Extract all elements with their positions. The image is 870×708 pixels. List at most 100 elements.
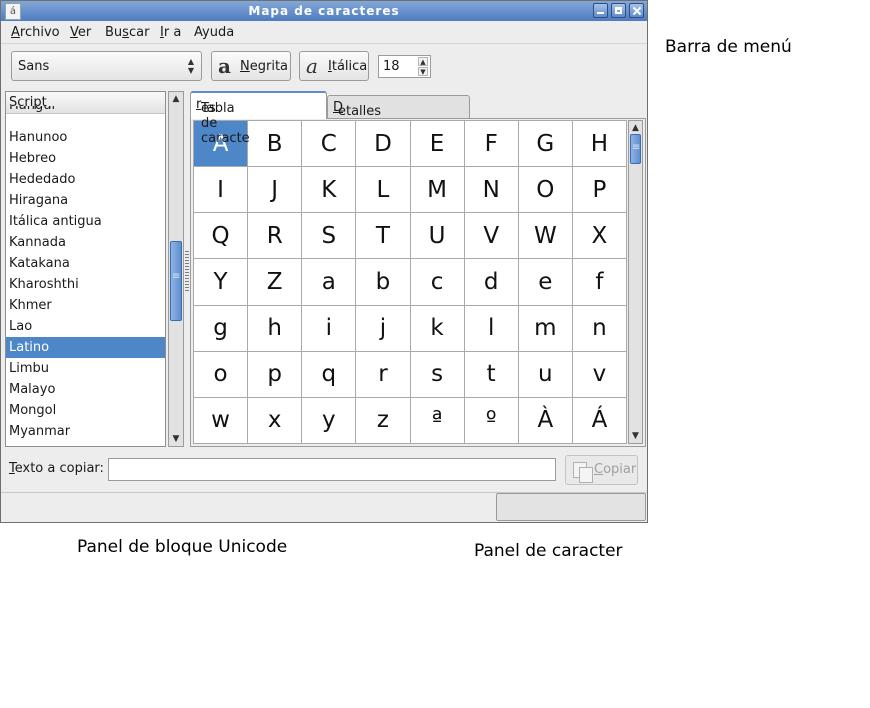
character-cell[interactable]: q [302, 351, 356, 397]
scroll-thumb[interactable] [170, 241, 182, 321]
character-cell[interactable]: p [248, 351, 302, 397]
character-grid-scrollbar[interactable]: ▲ ▼ [628, 120, 643, 444]
character-cell[interactable]: K [302, 167, 356, 213]
character-cell[interactable]: n [572, 305, 626, 351]
list-item[interactable]: Myanmar [6, 421, 165, 442]
character-cell[interactable]: B [248, 121, 302, 167]
character-cell[interactable]: U [410, 213, 464, 259]
character-cell[interactable]: C [302, 121, 356, 167]
character-cell[interactable]: L [356, 167, 410, 213]
list-item[interactable]: Kannada [6, 232, 165, 253]
character-cell[interactable]: t [464, 351, 518, 397]
character-cell[interactable]: I [194, 167, 248, 213]
scroll-down-icon[interactable]: ▼ [169, 432, 183, 446]
character-cell[interactable]: r [356, 351, 410, 397]
list-item[interactable]: Itálica antigua [6, 211, 165, 232]
list-item[interactable]: Kharoshthi [6, 274, 165, 295]
list-item[interactable]: Hanunoo [6, 127, 165, 148]
character-cell[interactable]: s [410, 351, 464, 397]
menu-ayuda[interactable]: Ayuda [194, 25, 234, 40]
list-item-partial[interactable]: Hangul [6, 106, 165, 116]
character-cell[interactable]: O [518, 167, 572, 213]
character-cell[interactable]: G [518, 121, 572, 167]
character-cell[interactable]: j [356, 305, 410, 351]
pane-resize-handle[interactable] [185, 251, 189, 291]
character-cell[interactable]: z [356, 397, 410, 443]
title-bar[interactable]: á Mapa de caracteres [1, 1, 647, 21]
character-cell[interactable]: b [356, 259, 410, 305]
list-item[interactable]: Mongol [6, 400, 165, 421]
character-cell[interactable]: R [248, 213, 302, 259]
menu-archivo[interactable]: Archivo [11, 25, 60, 40]
scroll-up-icon[interactable]: ▲ [629, 121, 642, 135]
copy-text-input[interactable] [108, 458, 556, 481]
close-button[interactable] [629, 3, 644, 18]
character-cell[interactable]: J [248, 167, 302, 213]
spin-down-icon[interactable]: ▼ [418, 67, 428, 76]
character-cell[interactable]: V [464, 213, 518, 259]
character-cell[interactable]: g [194, 305, 248, 351]
tab-character-details[interactable]: Detalles del carácter [327, 95, 470, 149]
character-cell[interactable]: u [518, 351, 572, 397]
list-item[interactable]: Hebreo [6, 148, 165, 169]
italic-toggle-button[interactable]: a Itálica [299, 51, 369, 81]
character-cell[interactable]: f [572, 259, 626, 305]
character-cell[interactable]: N [464, 167, 518, 213]
copy-button[interactable]: Copiar [565, 455, 638, 485]
list-item[interactable]: Lao [6, 316, 165, 337]
character-cell[interactable]: a [302, 259, 356, 305]
list-item[interactable]: Malayo [6, 379, 165, 400]
list-item[interactable]: Latino [6, 337, 165, 358]
list-item[interactable]: Hededado [6, 169, 165, 190]
character-cell[interactable]: i [302, 305, 356, 351]
character-cell[interactable]: d [464, 259, 518, 305]
character-cell[interactable]: h [248, 305, 302, 351]
font-family-combo[interactable]: Sans ▲ ▼ [11, 51, 202, 81]
character-cell[interactable]: T [356, 213, 410, 259]
scroll-up-icon[interactable]: ▲ [169, 92, 183, 106]
character-cell[interactable]: Q [194, 213, 248, 259]
character-cell[interactable]: X [572, 213, 626, 259]
character-cell[interactable]: l [464, 305, 518, 351]
scroll-thumb[interactable] [630, 134, 641, 164]
tab-character-table[interactable]: Tabla de caracte r es [190, 91, 327, 146]
character-cell[interactable]: M [410, 167, 464, 213]
character-cell[interactable]: À [518, 397, 572, 443]
list-item[interactable]: Hiragana [6, 190, 165, 211]
copy-button-mnemonic: C [594, 462, 604, 477]
script-list-scrollbar[interactable]: ▲ ▼ [168, 91, 184, 447]
character-cell[interactable]: P [572, 167, 626, 213]
character-cell[interactable]: º [464, 397, 518, 443]
character-cell[interactable]: Á [572, 397, 626, 443]
character-cell[interactable]: m [518, 305, 572, 351]
character-cell[interactable]: Y [194, 259, 248, 305]
character-cell[interactable]: k [410, 305, 464, 351]
character-cell[interactable]: x [248, 397, 302, 443]
character-cell[interactable]: ª [410, 397, 464, 443]
character-cell[interactable]: v [572, 351, 626, 397]
character-cell[interactable]: S [302, 213, 356, 259]
character-cell[interactable]: e [518, 259, 572, 305]
spin-up-icon[interactable]: ▲ [418, 57, 428, 66]
character-cell[interactable]: F [464, 121, 518, 167]
list-item[interactable]: Katakana [6, 253, 165, 274]
bold-toggle-button[interactable]: a Negrita [211, 51, 291, 81]
menu-ir-a[interactable]: Ir a [160, 25, 181, 40]
character-cell[interactable]: W [518, 213, 572, 259]
list-item[interactable]: Khmer [6, 295, 165, 316]
maximize-button[interactable] [611, 3, 626, 18]
font-size-spinner[interactable]: 18 ▲ ▼ [378, 55, 431, 78]
character-cell[interactable]: c [410, 259, 464, 305]
character-cell[interactable]: D [356, 121, 410, 167]
list-item[interactable]: Limbu [6, 358, 165, 379]
minimize-button[interactable] [593, 3, 608, 18]
character-cell[interactable]: o [194, 351, 248, 397]
character-cell[interactable]: Z [248, 259, 302, 305]
scroll-down-icon[interactable]: ▼ [629, 429, 642, 443]
menu-ver[interactable]: Ver [70, 25, 91, 40]
character-cell[interactable]: w [194, 397, 248, 443]
menu-buscar[interactable]: Buscar [105, 25, 149, 40]
character-cell[interactable]: y [302, 397, 356, 443]
character-cell[interactable]: H [572, 121, 626, 167]
character-cell[interactable]: E [410, 121, 464, 167]
